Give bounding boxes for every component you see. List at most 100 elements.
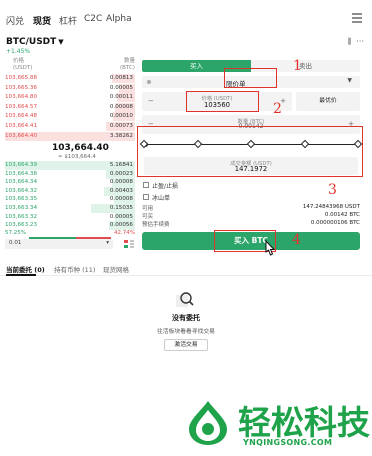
- bid-quantity: 0.00403: [109, 187, 133, 194]
- tab-margin[interactable]: 杠杆: [59, 14, 77, 27]
- available-value: 147.24843968 USDT: [302, 204, 360, 210]
- price-header-unit: (USDT): [13, 65, 33, 71]
- tab-holdings[interactable]: 持有币种 (11): [54, 264, 95, 274]
- mouse-cursor-icon: [265, 240, 276, 256]
- bid-price: 103,664.34: [5, 179, 38, 186]
- bid-quantity: 0.00023: [109, 170, 133, 177]
- qty-column-header: 数量 (BTC): [120, 58, 135, 72]
- annotation-box-1: [224, 68, 277, 88]
- tab-spot-grid[interactable]: 现货网格: [103, 264, 129, 274]
- iceberg-label: 冰山单: [152, 195, 171, 202]
- bid-price: 103,663.32: [5, 213, 38, 220]
- checkbox-box[interactable]: [143, 182, 149, 188]
- chevron-down-icon: ▾: [106, 240, 109, 246]
- bid-quantity: 0.00056: [109, 222, 133, 229]
- ask-price: 103,664.80: [5, 94, 38, 101]
- annotation-number-3: 3: [328, 182, 337, 198]
- annotation-box-3: [137, 126, 363, 177]
- best-price-button[interactable]: 最优价: [296, 92, 360, 111]
- ask-quantity: 0.00010: [109, 113, 133, 120]
- brand-watermark-text: 轻松科技: [238, 403, 370, 442]
- tp-sl-label: 止盈/止损: [152, 183, 179, 190]
- ask-row[interactable]: 103,664.57 0.00008: [5, 102, 135, 112]
- bid-quantity: 5.16841: [109, 162, 133, 168]
- can-buy-row: 可买 0.00142 BTC: [142, 212, 360, 220]
- buy-ratio: 57.25%: [5, 230, 26, 236]
- price-column-header: 价格 (USDT): [13, 58, 32, 72]
- ask-quantity: 0.00005: [109, 84, 133, 91]
- bid-row[interactable]: 103,663.23 0.00056: [5, 221, 135, 231]
- qty-header-label: 数量: [123, 58, 135, 64]
- tp-sl-checkbox[interactable]: 止盈/止损: [143, 181, 223, 190]
- bid-price: 103,664.32: [5, 187, 38, 194]
- fee-label: 预估手续费: [142, 222, 170, 228]
- more-icon[interactable]: ···: [356, 37, 364, 46]
- ask-quantity: 0.00813: [109, 75, 133, 81]
- ask-row[interactable]: 103,664.80 0.00011: [5, 93, 135, 103]
- ask-row[interactable]: 103,664.40 3.38262: [5, 131, 135, 141]
- chart-icon[interactable]: ⫼: [348, 37, 352, 46]
- tab-open-orders[interactable]: 当前委托 (0): [6, 264, 45, 274]
- start-trading-button[interactable]: 激活交易: [164, 339, 208, 351]
- annotation-number-2: 2: [273, 101, 282, 117]
- annotation-box-2: [186, 91, 259, 112]
- ask-quantity: 0.00073: [109, 123, 133, 129]
- orders-tabs: 当前委托 (0) 持有币种 (11) 现货网格: [0, 262, 372, 276]
- info-icon: [147, 80, 151, 84]
- iceberg-checkbox[interactable]: 冰山单: [143, 193, 223, 202]
- depth-precision-select[interactable]: 0.01 ▾: [5, 239, 113, 249]
- tab-alpha[interactable]: Alpha: [106, 14, 132, 24]
- pair-symbol: BTC/USDT: [6, 37, 57, 47]
- qty-header-unit: (BTC): [120, 65, 135, 71]
- brand-watermark-url: YNQINGSONG.COM: [243, 438, 333, 447]
- bid-quantity: 0.00008: [109, 196, 133, 203]
- ask-price: 103,664.48: [5, 113, 38, 120]
- bid-price: 103,663.35: [5, 196, 38, 203]
- empty-state-title: 没有委托: [172, 314, 200, 322]
- sell-ratio: 42.74%: [114, 230, 135, 236]
- bid-price: 103,664.38: [5, 170, 38, 177]
- ask-row[interactable]: 103,664.48 0.00010: [5, 112, 135, 122]
- checkbox-box[interactable]: [143, 194, 149, 200]
- mid-price[interactable]: 103,664.40: [52, 143, 109, 153]
- tab-c2c[interactable]: C2C: [84, 14, 102, 24]
- ask-quantity: 0.00011: [109, 94, 133, 101]
- orderbook-layout-icon[interactable]: [124, 240, 134, 248]
- ask-price: 103,664.41: [5, 123, 38, 129]
- pair-selector[interactable]: BTC/USDT ▼: [6, 37, 64, 47]
- bid-price: 103,663.34: [5, 205, 38, 211]
- available-row: 可用 147.24843968 USDT: [142, 204, 360, 212]
- bid-quantity: 0.00008: [109, 179, 133, 186]
- can-buy-value: 0.00142 BTC: [324, 212, 360, 218]
- tab-flash-swap[interactable]: 闪兑: [6, 14, 24, 27]
- mid-price-fiat: ≈ $103,664.4: [58, 154, 96, 160]
- price-change: +1.45%: [6, 48, 31, 55]
- annotation-number-1: 1: [293, 58, 302, 74]
- menu-icon[interactable]: [350, 11, 364, 25]
- ask-price: 103,665.88: [5, 75, 38, 81]
- chevron-down-icon: ▼: [347, 77, 352, 84]
- tab-spot[interactable]: 现货: [33, 14, 51, 27]
- price-header-label: 价格: [13, 58, 25, 64]
- top-nav: 闪兑 现货 杠杆 C2C Alpha: [0, 0, 372, 34]
- empty-search-icon: [176, 292, 194, 307]
- ask-price: 103,664.40: [5, 132, 38, 139]
- bid-quantity: 0.00005: [109, 213, 133, 220]
- active-tab-indicator: [6, 274, 36, 276]
- empty-state-subtitle: 往活板块看看寻找交易: [157, 329, 215, 335]
- depth-value: 0.01: [9, 240, 22, 246]
- fee-value: 0.000000106 BTC: [310, 220, 360, 226]
- brand-logo-icon: [189, 401, 227, 445]
- ask-row[interactable]: 103,664.41 0.00073: [5, 122, 135, 131]
- ask-row[interactable]: 103,665.88 0.00813: [5, 74, 135, 83]
- fee-row: 预估手续费 0.000000106 BTC: [142, 220, 360, 228]
- bid-price: 103,663.23: [5, 222, 38, 229]
- ask-quantity: 0.00008: [109, 103, 133, 110]
- ask-price: 103,665.36: [5, 84, 38, 91]
- ask-row[interactable]: 103,665.36 0.00005: [5, 83, 135, 93]
- ask-price: 103,664.57: [5, 103, 38, 110]
- header-icons: ⫼ ···: [348, 37, 364, 47]
- annotation-number-4: 4: [292, 232, 301, 248]
- bid-price: 103,664.39: [5, 162, 38, 168]
- chevron-down-icon: ▼: [58, 38, 64, 46]
